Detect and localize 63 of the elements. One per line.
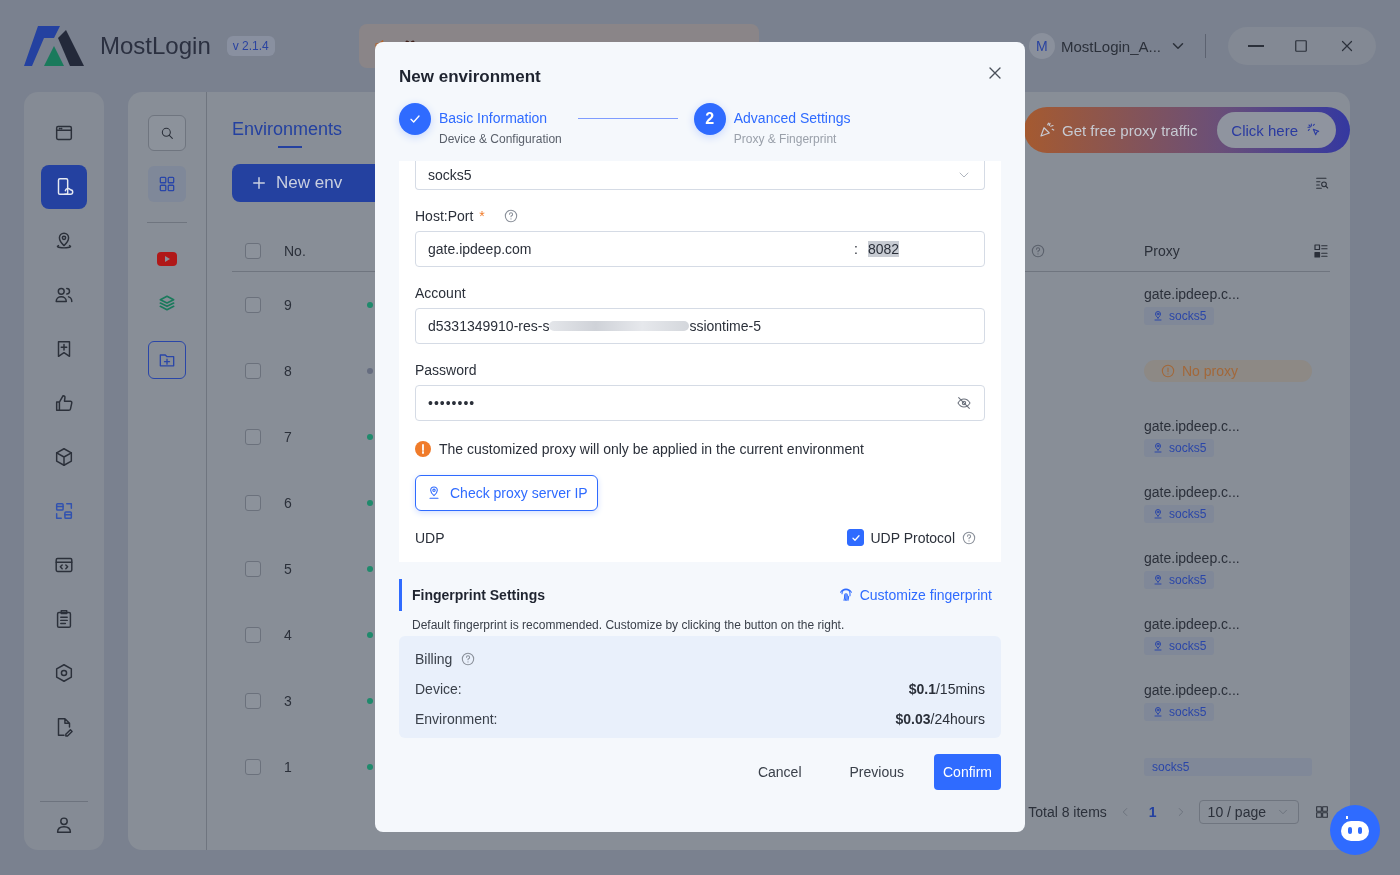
billing-price: $0.03/24hours	[895, 711, 985, 727]
row-number: 8	[284, 363, 293, 379]
field-label: Password	[415, 362, 477, 378]
proxy-notice: The customized proxy will only be applied in the current environment	[439, 441, 864, 457]
password-field[interactable]: ••••••••	[415, 385, 985, 421]
required-mark: *	[479, 208, 485, 224]
column-header: Proxy	[1144, 242, 1181, 259]
page-size-select[interactable]: 10 / page	[1198, 800, 1299, 824]
billing-label: Environment:	[415, 711, 498, 727]
billing-price: $0.1/15mins	[908, 681, 985, 697]
proxy-type-tag: socks5	[1144, 504, 1215, 523]
proxy-type-tag: socks5	[1144, 570, 1215, 589]
step-subtitle: Proxy & Fingerprint	[733, 132, 838, 146]
proxy-type-select[interactable]: socks5	[415, 161, 985, 190]
host-port-field[interactable]: gate.ipdeep.com : 8082	[415, 231, 985, 267]
proxy-type-tag: socks5	[1144, 758, 1312, 776]
row-number: 5	[284, 561, 293, 577]
proxy-type-tag: socks5	[1144, 636, 1215, 655]
column-header: No.	[284, 242, 307, 259]
environments-tab[interactable]: Environments	[232, 112, 343, 148]
proxy-host: gate.ipdeep.c...	[1144, 681, 1240, 698]
row-number: 3	[284, 693, 293, 709]
proxy-type-tag: socks5	[1144, 438, 1215, 457]
click-here-button[interactable]: Click here	[1217, 112, 1336, 148]
step-subtitle: Device & Configuration	[439, 132, 562, 146]
billing-label: Device:	[415, 681, 462, 697]
proxy-host: gate.ipdeep.c...	[1144, 549, 1240, 566]
account-field[interactable]: d5331349910-res-s ssiontime-5	[415, 308, 985, 344]
dialog-button[interactable]: Cancel	[739, 754, 820, 790]
step-title: Advanced Settings	[733, 110, 851, 126]
proxy-host: gate.ipdeep.c...	[1144, 615, 1240, 632]
section-description: Default fingerprint is recommended. Customize by clicking the button on the right.	[411, 617, 846, 634]
customize-fingerprint-link[interactable]: Customize fingerprint	[837, 587, 992, 603]
billing-title: Billing	[415, 651, 453, 667]
proxy-type-tag: socks5	[1144, 306, 1215, 325]
user-avatar[interactable]: M	[1028, 33, 1055, 59]
app-name: MostLogin	[100, 32, 211, 60]
field-label: Host:Port	[415, 208, 474, 224]
proxy-host: gate.ipdeep.c...	[1144, 285, 1240, 302]
step-title: Basic Information	[439, 110, 549, 126]
row-number: 1	[284, 759, 293, 775]
confirm-button[interactable]: Confirm	[934, 754, 1001, 790]
row-number: 6	[284, 495, 293, 511]
dialog-title: New environment	[399, 67, 541, 87]
promo-text: Get free proxy traffic	[1062, 121, 1198, 139]
proxy-host: gate.ipdeep.c...	[1144, 483, 1240, 500]
total-items: Total 8 items	[1028, 804, 1107, 820]
page-button[interactable]: 1	[1142, 804, 1163, 820]
proxy-type-tag: socks5	[1144, 702, 1215, 721]
field-label: UDP	[415, 529, 445, 546]
proxy-host: gate.ipdeep.c...	[1144, 417, 1240, 434]
checkbox-label: UDP Protocol	[870, 529, 955, 546]
check-proxy-button[interactable]: Check proxy server IP	[415, 475, 598, 511]
step-indicator: 2	[693, 103, 726, 135]
user-name[interactable]: MostLogin_A...	[1060, 37, 1161, 55]
row-number: 9	[284, 297, 293, 313]
dialog-button[interactable]: Previous	[831, 754, 922, 790]
row-number: 4	[284, 627, 293, 643]
no-proxy-badge: No proxy	[1144, 360, 1312, 382]
field-label: Account	[415, 285, 466, 301]
section-title: Fingerprint Settings	[412, 587, 545, 603]
row-number: 7	[284, 429, 293, 445]
version-badge: v 2.1.4	[226, 36, 275, 56]
